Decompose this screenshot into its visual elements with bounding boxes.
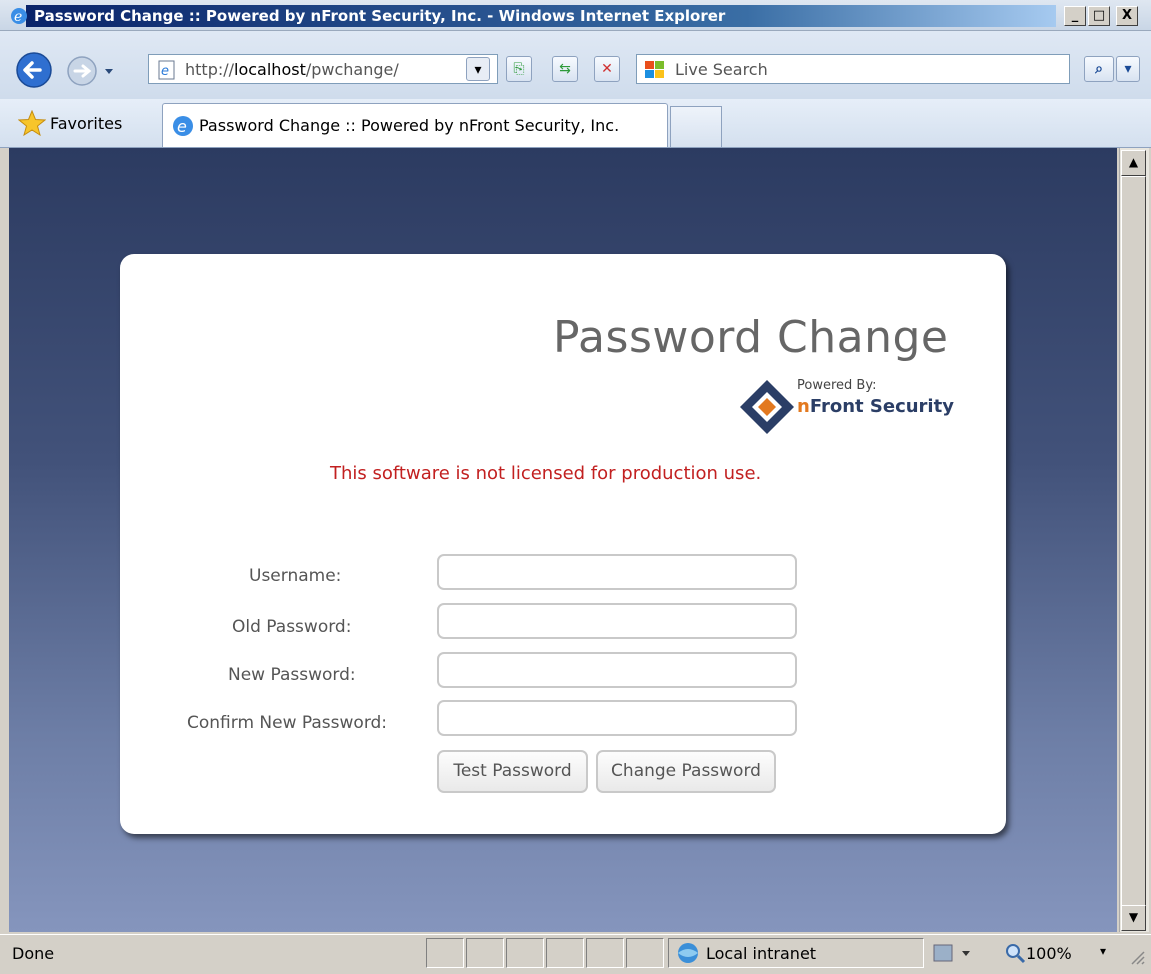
browser-tab[interactable]: e Password Change :: Powered by nFront S… — [162, 103, 668, 147]
powered-by-label: Powered By: — [797, 378, 877, 393]
search-placeholder: Live Search — [675, 60, 768, 79]
maximize-button[interactable]: □ — [1088, 6, 1110, 26]
search-options-dropdown-icon[interactable]: ▾ — [1116, 56, 1140, 82]
favorites-button[interactable]: Favorites — [50, 114, 122, 133]
zoom-dropdown-icon[interactable]: ▾ — [1100, 944, 1106, 958]
page-icon: e — [158, 60, 175, 80]
protected-mode-icon[interactable] — [932, 941, 986, 965]
address-bar[interactable]: e http://localhost/pwchange/ — [148, 54, 498, 84]
scrollbar-thumb[interactable] — [1121, 176, 1146, 906]
local-intranet-icon — [678, 943, 698, 963]
old-password-field[interactable] — [437, 603, 797, 639]
svg-text:e: e — [161, 64, 169, 79]
search-button-icon[interactable]: ⌕ — [1084, 56, 1114, 82]
search-input[interactable]: Live Search — [636, 54, 1070, 84]
window-title-bar: e Password Change :: Powered by nFront S… — [0, 0, 1151, 31]
page-title: Password Change — [553, 312, 949, 363]
nav-buttons — [16, 52, 113, 88]
status-cell — [546, 938, 584, 968]
status-cell — [586, 938, 624, 968]
new-password-label: New Password: — [228, 665, 356, 685]
old-password-label: Old Password: — [232, 617, 352, 637]
window-title: Password Change :: Powered by nFront Sec… — [34, 7, 726, 25]
live-search-icon — [645, 61, 664, 78]
status-cell — [506, 938, 544, 968]
brand-name: nFront Security — [797, 396, 954, 417]
nfront-logo-icon — [740, 380, 794, 434]
back-button[interactable] — [16, 52, 52, 88]
scroll-up-icon[interactable]: ▲ — [1121, 150, 1146, 176]
resize-grip-icon[interactable] — [1128, 948, 1146, 966]
address-url: http://localhost/pwchange/ — [185, 60, 399, 79]
tab-title: Password Change :: Powered by nFront Sec… — [199, 116, 620, 135]
close-button[interactable]: X — [1116, 6, 1138, 26]
status-cell — [626, 938, 664, 968]
compatibility-view-icon[interactable]: ⎘ — [506, 56, 532, 82]
new-password-field[interactable] — [437, 652, 797, 688]
forward-button[interactable] — [67, 56, 97, 86]
new-tab-button[interactable] — [670, 106, 722, 147]
scroll-down-icon[interactable]: ▼ — [1121, 905, 1146, 931]
status-cell — [466, 938, 504, 968]
history-dropdown-icon[interactable] — [105, 69, 113, 74]
tab-ie-icon: e — [173, 116, 193, 136]
username-field[interactable] — [437, 554, 797, 590]
test-password-button[interactable]: Test Password — [437, 750, 588, 793]
confirm-password-field[interactable] — [437, 700, 797, 736]
status-text: Done — [12, 944, 55, 963]
stop-icon[interactable]: ✕ — [594, 56, 620, 82]
confirm-password-label: Confirm New Password: — [187, 713, 388, 733]
ie-logo-icon: e — [11, 8, 27, 25]
license-warning: This software is not licensed for produc… — [330, 463, 762, 484]
status-cell — [426, 938, 464, 968]
svg-text:e: e — [14, 9, 22, 25]
refresh-icon[interactable]: ⇆ — [552, 56, 578, 82]
minimize-button[interactable]: _ — [1064, 6, 1086, 26]
zoom-icon — [1006, 944, 1026, 964]
zoom-level[interactable]: 100% — [1026, 944, 1072, 963]
username-label: Username: — [249, 566, 342, 586]
favorites-star-icon[interactable] — [18, 110, 46, 136]
svg-text:e: e — [177, 117, 187, 136]
change-password-button[interactable]: Change Password — [596, 750, 776, 793]
security-zone-label: Local intranet — [706, 944, 817, 963]
address-dropdown-icon[interactable]: ▾ — [466, 57, 490, 81]
